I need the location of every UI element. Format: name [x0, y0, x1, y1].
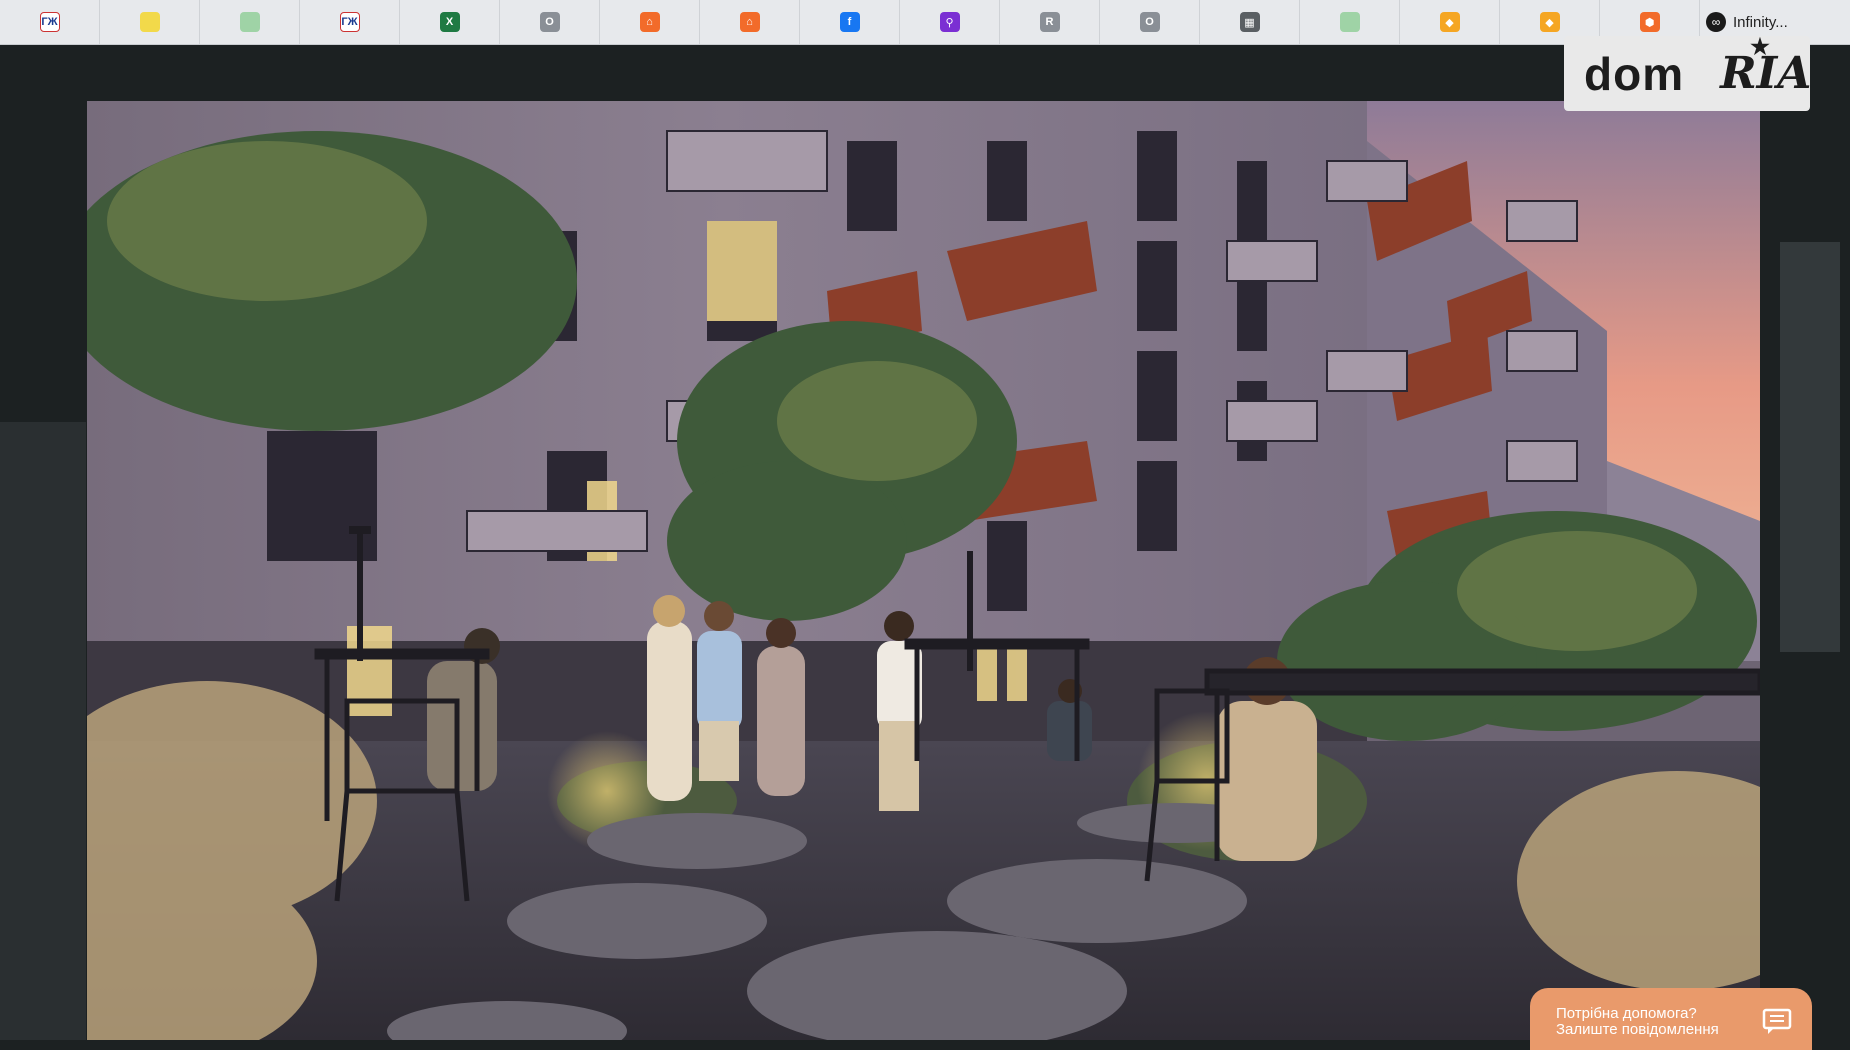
bookmark-item[interactable]: ⌂: [600, 0, 700, 44]
help-text: Потрібна допомога? Залиште повідомлення: [1556, 1006, 1719, 1038]
help-title: Потрібна допомога?: [1556, 1005, 1697, 1022]
help-subtitle: Залиште повідомлення: [1556, 1021, 1719, 1038]
bookmark-item[interactable]: O: [500, 0, 600, 44]
bookmark-item[interactable]: ⚲: [900, 0, 1000, 44]
bookmark-item[interactable]: X: [400, 0, 500, 44]
bookmark-item[interactable]: ▦: [1200, 0, 1300, 44]
bookmark-item[interactable]: [200, 0, 300, 44]
bookmark-item[interactable]: ГЖ: [0, 0, 100, 44]
gzh-icon: ГЖ: [339, 12, 360, 32]
o-icon: O: [539, 12, 560, 32]
background-panel-left: [0, 422, 86, 1040]
excel-icon: X: [439, 12, 460, 32]
o-icon: O: [1139, 12, 1160, 32]
bookmark-infinity-label: Infinity...: [1733, 13, 1788, 31]
orange-cube-icon: ⬢: [1639, 12, 1660, 32]
star-icon: ★: [1750, 34, 1770, 60]
bookmark-item[interactable]: R: [1000, 0, 1100, 44]
logo-ria-text: ★ RIA: [1720, 34, 1811, 99]
background-panel-right: [1780, 242, 1840, 652]
lightbulb-icon: [139, 12, 160, 32]
infinity-icon: ∞: [1706, 12, 1726, 32]
bookmark-item[interactable]: f: [800, 0, 900, 44]
help-chat-widget[interactable]: Потрібна допомога? Залиште повідомлення: [1530, 988, 1812, 1050]
yellow-app-icon: ◆: [1539, 12, 1560, 32]
domria-logo[interactable]: dom ★ RIA: [1564, 34, 1811, 111]
bookmark-item[interactable]: ⌂: [700, 0, 800, 44]
gzh-icon: ГЖ: [39, 12, 60, 32]
courtyard-rendering-image: [87, 101, 1760, 1040]
sheet-icon: [1339, 12, 1360, 32]
bookmark-item[interactable]: O: [1100, 0, 1200, 44]
bookmark-item[interactable]: [1300, 0, 1400, 44]
r-icon: R: [1039, 12, 1060, 32]
gallery-photo[interactable]: [87, 101, 1760, 1040]
yellow-app-icon: ◆: [1439, 12, 1460, 32]
bookmark-item[interactable]: [100, 0, 200, 44]
purple-app-icon: ⚲: [939, 12, 960, 32]
home-icon: ⌂: [639, 12, 660, 32]
logo-dom-text: dom: [1584, 47, 1685, 100]
building-icon: ▦: [1239, 12, 1260, 32]
chat-icon: [1762, 1008, 1792, 1034]
home-icon: ⌂: [739, 12, 760, 32]
facebook-icon: f: [839, 12, 860, 32]
bookmark-item[interactable]: ГЖ: [300, 0, 400, 44]
bookmark-item[interactable]: ◆: [1400, 0, 1500, 44]
sheet-icon: [239, 12, 260, 32]
